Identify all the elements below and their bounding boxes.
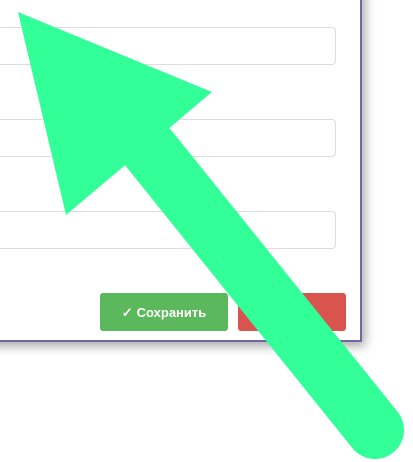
check-icon: ✓: [121, 304, 133, 320]
screenshot-stage: ✓ Сохранить Удалить: [0, 0, 413, 462]
delete-button[interactable]: Удалить: [238, 293, 346, 331]
text-field-3[interactable]: [0, 211, 336, 249]
save-button-label: Сохранить: [136, 304, 207, 320]
text-field-2[interactable]: [0, 119, 336, 157]
save-button[interactable]: ✓ Сохранить: [100, 293, 228, 331]
text-field-1[interactable]: [0, 27, 336, 65]
delete-button-label: Удалить: [265, 304, 319, 320]
edit-dialog: ✓ Сохранить Удалить: [0, 0, 362, 342]
